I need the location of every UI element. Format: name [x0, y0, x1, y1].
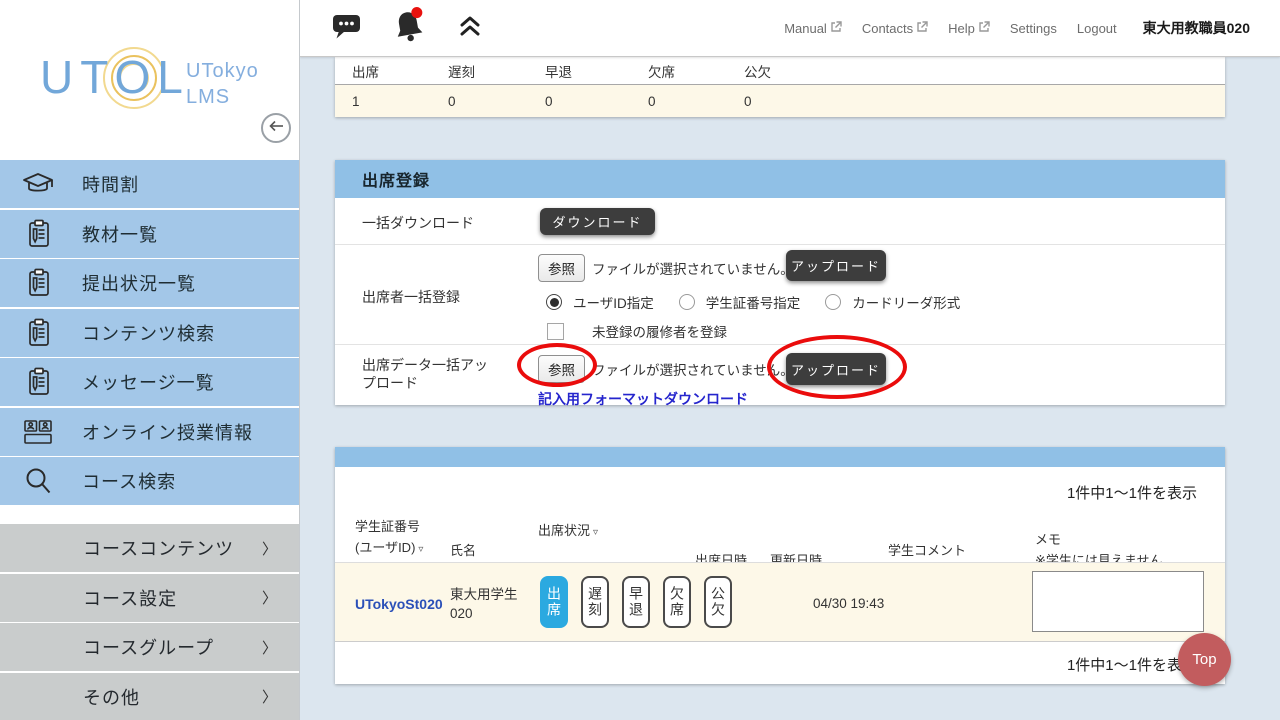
radio-student-number-label: 学生証番号指定 — [706, 292, 801, 312]
clipboard-icon — [21, 367, 55, 397]
no-file-selected-text: ファイルが選択されていません。 — [592, 359, 794, 379]
radio-user-id[interactable] — [546, 294, 562, 310]
double-chevron-up-icon[interactable] — [458, 14, 482, 43]
chat-icon[interactable] — [332, 13, 362, 44]
attendee-bulk-register-row: 出席者一括登録 参照 ファイルが選択されていません。 アップロード ユーザID指… — [335, 245, 1225, 345]
sidebar-item-course-contents[interactable]: コースコンテンツ 〉 — [0, 524, 299, 572]
chevron-right-icon: 〉 — [262, 587, 277, 608]
sort-icon: ▿ — [593, 527, 598, 538]
memo-textarea[interactable] — [1032, 571, 1204, 632]
contacts-link[interactable]: Contacts — [862, 21, 928, 36]
radio-user-id-label: ユーザID指定 — [573, 292, 654, 312]
clipboard-icon — [21, 318, 55, 348]
clipboard-icon — [21, 219, 55, 249]
student-id-link[interactable]: UTokyoSt020 — [355, 596, 443, 612]
bulk-download-row: 一括ダウンロード ダウンロード — [335, 198, 1225, 245]
sidebar-item-submission-status[interactable]: 提出状況一覧 — [0, 259, 299, 307]
utol-logo: UTOL — [40, 50, 190, 104]
video-meeting-icon — [21, 418, 55, 446]
sidebar-item-course-group[interactable]: コースグループ 〉 — [0, 623, 299, 671]
register-unregistered-checkbox[interactable] — [547, 323, 564, 340]
chevron-right-icon: 〉 — [262, 637, 277, 658]
column-status[interactable]: 出席状況▿ — [538, 520, 598, 543]
column-student-number[interactable]: 学生証番号 (ユーザID)▿ — [355, 516, 423, 560]
upload-button[interactable]: アップロード — [786, 250, 886, 281]
table-header-zone: 1件中1〜1件を表示 学生証番号 (ユーザID)▿ 氏名 出席状況▿ 出席日時 … — [335, 467, 1225, 562]
register-unregistered-label: 未登録の履修者を登録 — [592, 321, 727, 341]
main-content: 出席 遅刻 早退 欠席 公欠 1 0 0 0 0 出席登録 一括ダウンロード ダ… — [300, 0, 1280, 720]
download-button[interactable]: ダウンロード — [540, 208, 655, 235]
sidebar-item-messages[interactable]: メッセージ一覧 — [0, 358, 299, 406]
settings-link[interactable]: Settings — [1010, 21, 1057, 36]
student-attendance-table: 1件中1〜1件を表示 学生証番号 (ユーザID)▿ 氏名 出席状況▿ 出席日時 … — [335, 447, 1225, 684]
section-title: 出席登録 — [362, 167, 430, 191]
table-header-strip — [335, 447, 1225, 467]
upload-button[interactable]: アップロード — [786, 353, 886, 385]
result-range-text: 1件中1〜1件を表示 — [1067, 482, 1197, 503]
no-file-selected-text: ファイルが選択されていません。 — [592, 258, 794, 278]
help-link[interactable]: Help — [948, 21, 990, 36]
status-excused-button[interactable]: 公欠 — [704, 576, 732, 628]
format-download-link[interactable]: 記入用フォーマットダウンロード — [538, 389, 748, 409]
search-icon — [21, 466, 55, 496]
notifications-bell-icon[interactable] — [389, 4, 432, 53]
status-attend-button[interactable]: 出席 — [540, 576, 568, 628]
attendance-summary-table: 出席 遅刻 早退 欠席 公欠 1 0 0 0 0 — [335, 57, 1225, 117]
sidebar-item-materials[interactable]: 教材一覧 — [0, 210, 299, 258]
sidebar-secondary-nav: コースコンテンツ 〉 コース設定 〉 コースグループ 〉 その他 〉 — [0, 524, 299, 720]
table-footer: 1件中1〜1件を表示 — [335, 641, 1225, 684]
manual-link[interactable]: Manual — [784, 21, 842, 36]
external-link-icon — [916, 21, 928, 36]
status-button-group: 出席 遅刻 早退 欠席 公欠 — [540, 576, 732, 628]
attendance-register-section: 出席登録 一括ダウンロード ダウンロード 出席者一括登録 参照 ファイルが選択さ… — [335, 160, 1225, 405]
sidebar-collapse-button[interactable] — [261, 113, 291, 143]
attendee-upload-label: 出席者一括登録 — [362, 287, 460, 307]
browse-button[interactable]: 参照 — [538, 254, 585, 282]
logout-link[interactable]: Logout — [1077, 21, 1117, 36]
status-absent-button[interactable]: 欠席 — [663, 576, 691, 628]
sidebar-item-timetable[interactable]: 時間割 — [0, 160, 299, 208]
utol-logo-subtitle: UTokyo LMS — [186, 58, 259, 110]
logo-area: UTOL UTokyo LMS — [0, 0, 299, 160]
student-name: 東大用学生020 — [450, 585, 534, 623]
attendance-data-upload-row: 出席データ一括アップロード 参照 ファイルが選択されていません。 アップロード … — [335, 345, 1225, 405]
student-row: UTokyoSt020 東大用学生020 出席 遅刻 早退 欠席 公欠 04/3… — [335, 562, 1225, 641]
data-upload-label: 出席データ一括アップロード — [362, 356, 498, 392]
status-leave-early-button[interactable]: 早退 — [622, 576, 650, 628]
sidebar: UTOL UTokyo LMS 時間割 — [0, 0, 300, 720]
current-user-name: 東大用教職員020 — [1143, 18, 1250, 38]
scroll-to-top-button[interactable]: Top — [1178, 633, 1231, 686]
sidebar-item-others[interactable]: その他 〉 — [0, 673, 299, 720]
external-link-icon — [978, 21, 990, 36]
sidebar-item-online-class-info[interactable]: オンライン授業情報 — [0, 408, 299, 456]
sort-icon: ▿ — [418, 544, 423, 555]
update-time-value: 04/30 19:43 — [813, 596, 884, 611]
clipboard-icon — [21, 268, 55, 298]
sidebar-item-course-search[interactable]: コース検索 — [0, 457, 299, 505]
section-header: 出席登録 — [335, 160, 1225, 198]
summary-header-row: 出席 遅刻 早退 欠席 公欠 — [335, 57, 1225, 85]
arrow-left-icon — [268, 119, 284, 137]
chevron-right-icon: 〉 — [262, 686, 277, 707]
status-late-button[interactable]: 遅刻 — [581, 576, 609, 628]
summary-value-row: 1 0 0 0 0 — [335, 85, 1225, 117]
column-name: 氏名 — [450, 540, 476, 561]
radio-student-number[interactable] — [679, 294, 695, 310]
graduation-cap-icon — [21, 171, 55, 197]
browse-button[interactable]: 参照 — [538, 355, 585, 383]
sidebar-item-course-settings[interactable]: コース設定 〉 — [0, 574, 299, 622]
topbar: Manual Contacts Help Settings — [300, 0, 1280, 57]
radio-card-reader[interactable] — [825, 294, 841, 310]
column-student-comment: 学生コメント — [888, 540, 966, 561]
chevron-right-icon: 〉 — [262, 538, 277, 559]
external-link-icon — [830, 21, 842, 36]
sidebar-item-content-search[interactable]: コンテンツ検索 — [0, 309, 299, 357]
sidebar-primary-nav: 時間割 教材一覧 提出状況一覧 — [0, 160, 299, 505]
radio-card-reader-label: カードリーダ形式 — [852, 292, 960, 312]
bulk-download-label: 一括ダウンロード — [362, 213, 474, 233]
